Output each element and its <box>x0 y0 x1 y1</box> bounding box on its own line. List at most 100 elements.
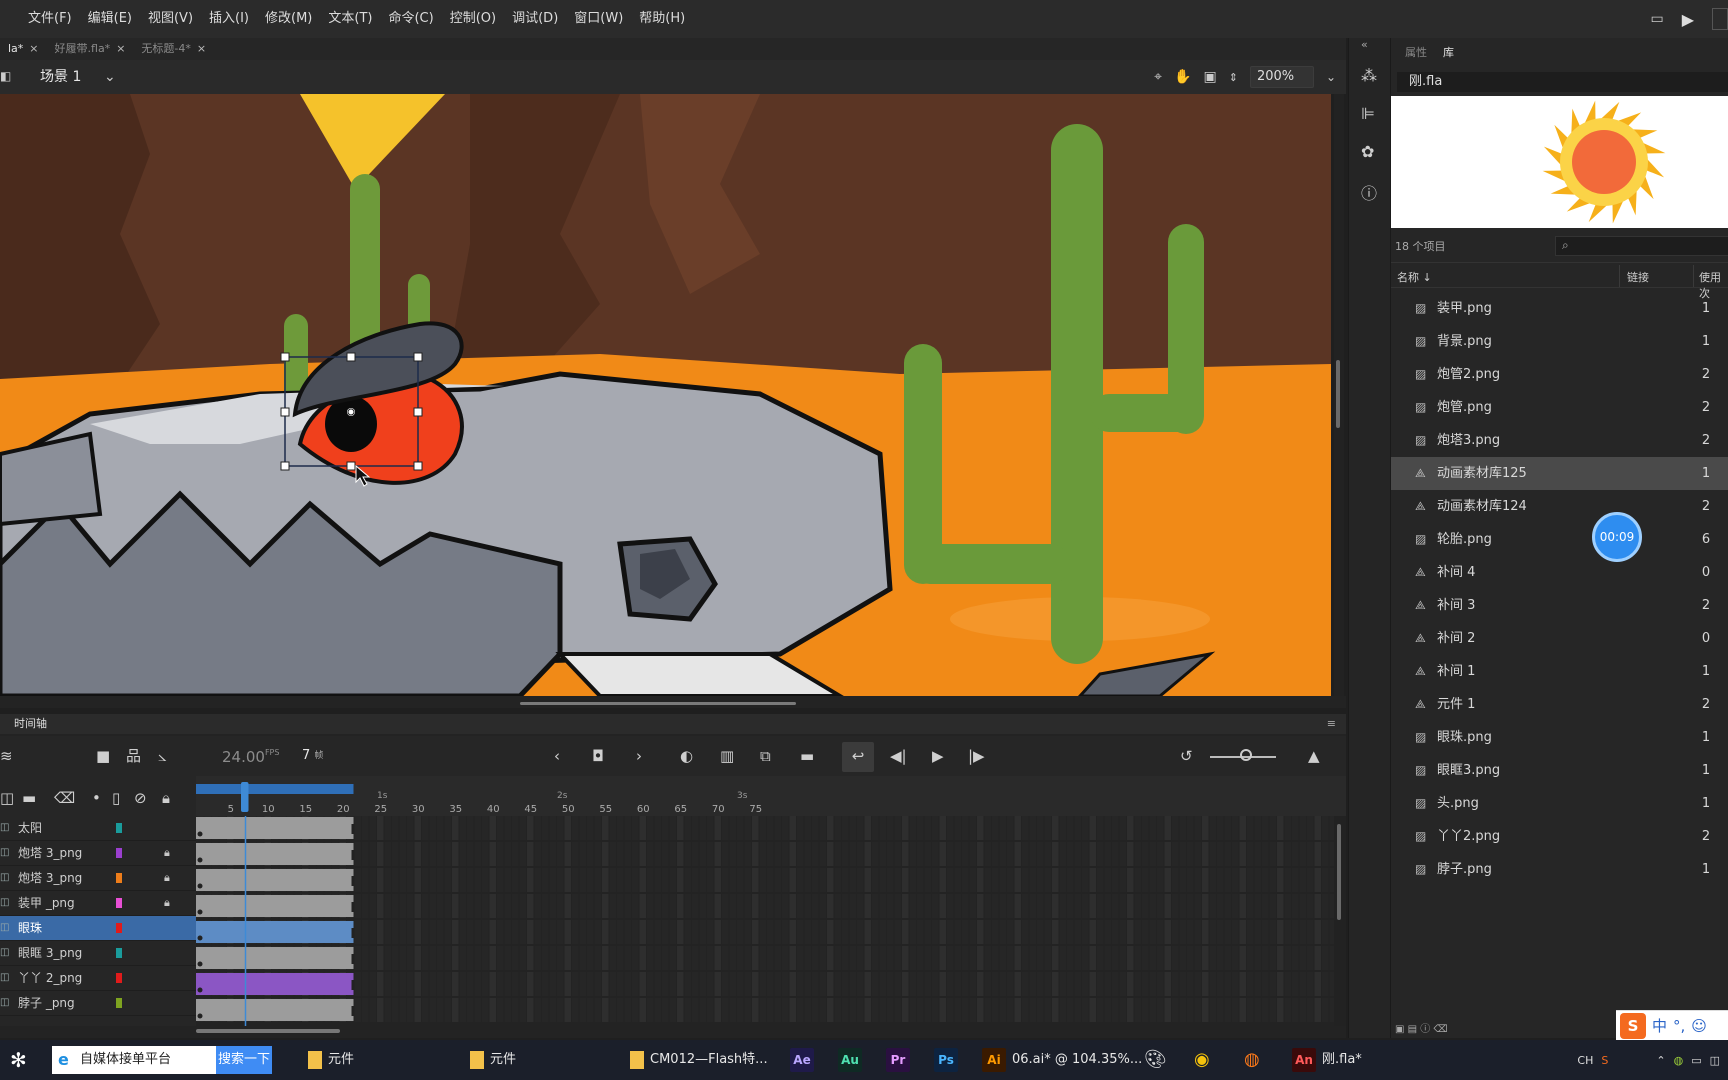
layer-row[interactable]: ◫ 炮塔 3_png 🔒︎ <box>0 841 196 866</box>
document-tab[interactable]: la* × <box>0 38 47 60</box>
layer-color-swatch[interactable] <box>116 923 122 933</box>
insert-keyframe-icon[interactable]: ◘ <box>592 748 604 764</box>
photoshop-app[interactable]: Ps <box>934 1040 958 1080</box>
layer-color-swatch[interactable] <box>116 823 122 833</box>
zoom-field[interactable]: 200% <box>1249 66 1314 88</box>
animate-task[interactable]: An 刚.fla* <box>1292 1040 1362 1080</box>
color-icon[interactable]: ✿ <box>1361 142 1374 161</box>
timeline-title[interactable]: 时间轴 <box>14 717 47 730</box>
layer-row[interactable]: ◫ 装甲 _png 🔒︎ <box>0 891 196 916</box>
layer-name[interactable]: 丫丫 2_png <box>18 966 82 990</box>
volume-icon[interactable]: ◫ <box>1710 1054 1720 1067</box>
layer-name[interactable]: 炮塔 3_png <box>18 866 82 890</box>
center-stage-icon[interactable]: ⌖ <box>1154 69 1162 85</box>
layer-name[interactable]: 炮塔 3_png <box>18 841 82 865</box>
lock-icon[interactable]: 🔒︎ <box>164 841 170 865</box>
library-item[interactable]: ⟁ 补间 2 0 <box>1391 622 1728 655</box>
library-item[interactable]: ⟁ 补间 1 1 <box>1391 655 1728 688</box>
library-item[interactable]: ▨ 丫丫2.png 2 <box>1391 820 1728 853</box>
dot-icon[interactable]: • <box>92 790 101 806</box>
menu-item[interactable]: 文件(F) <box>20 0 80 38</box>
menu-item[interactable]: 插入(I) <box>201 0 257 38</box>
lock-icon[interactable]: 🔒︎ <box>164 891 170 915</box>
frame-ruler[interactable]: 5 10 15 20 25 30 35 40 45 50 55 60 65 70 75 1s 2s 3s <box>196 776 1346 816</box>
menu-item[interactable]: 文本(T) <box>320 0 380 38</box>
rotate-stage-icon[interactable]: ✋ <box>1174 69 1191 85</box>
camera-icon[interactable]: ■ <box>96 748 110 764</box>
taskbar-search[interactable]: e 自媒体接单平台 <box>52 1046 216 1074</box>
menu-item[interactable]: 控制(O) <box>442 0 504 38</box>
trash-icon[interactable]: ⌫ <box>54 790 75 806</box>
shield-icon[interactable]: ◍ <box>1674 1054 1684 1067</box>
layer-color-swatch[interactable] <box>116 948 122 958</box>
step-back-icon[interactable]: ◀| <box>890 748 907 764</box>
step-forward-icon[interactable]: |▶ <box>968 748 985 764</box>
timeline-vertical-scrollbar[interactable] <box>1334 816 1346 1026</box>
library-item[interactable]: ▨ 眼眶3.png 1 <box>1391 754 1728 787</box>
layer-name[interactable]: 脖子 _png <box>18 991 75 1015</box>
search-button[interactable]: 搜索一下 <box>216 1046 272 1074</box>
library-item[interactable]: ▨ 脖子.png 1 <box>1391 853 1728 886</box>
layer-name[interactable]: 眼珠 <box>18 916 42 940</box>
menu-item[interactable]: 调试(D) <box>504 0 566 38</box>
library-item[interactable]: ▨ 轮胎.png 6 <box>1391 523 1728 556</box>
scene-label[interactable]: 场景 1 <box>40 60 81 94</box>
zoom-dropdown-icon[interactable]: ⌄ <box>1326 70 1336 84</box>
chevron-up-icon[interactable]: ⌃ <box>1656 1054 1665 1067</box>
premiere-app[interactable]: Pr <box>886 1040 910 1080</box>
sogou-tray-icon[interactable]: S <box>1601 1054 1608 1067</box>
menu-item[interactable]: 视图(V) <box>140 0 201 38</box>
layer-row[interactable]: ◫ 太阳 <box>0 816 196 841</box>
library-item[interactable]: ▨ 炮管2.png 2 <box>1391 358 1728 391</box>
zoom-slider-handle[interactable] <box>1240 749 1252 761</box>
tab-library[interactable]: 库 <box>1435 44 1462 64</box>
layer-color-swatch[interactable] <box>116 998 122 1008</box>
paint-icon[interactable]: 🎨︎ <box>1144 1040 1167 1080</box>
library-item[interactable]: ▨ 炮塔3.png 2 <box>1391 424 1728 457</box>
library-item[interactable]: ▨ 装甲.png 1 <box>1391 292 1728 325</box>
taskbar-item[interactable]: 元件 <box>308 1040 354 1080</box>
layer-color-swatch[interactable] <box>116 973 122 983</box>
edit-multiple-frames-icon[interactable]: ▥ <box>720 748 734 764</box>
info-icon[interactable]: ⓘ <box>1361 180 1377 204</box>
start-icon[interactable]: ✻ <box>10 1048 27 1072</box>
library-item[interactable]: ⟁ 补间 3 2 <box>1391 589 1728 622</box>
library-item[interactable]: ⟁ 元件 1 2 <box>1391 688 1728 721</box>
illustrator-task[interactable]: Ai 06.ai* @ 104.35%... <box>982 1040 1142 1080</box>
fps-readout[interactable]: 24.00FPS <box>222 748 279 766</box>
frame-readout[interactable]: 7 帧 <box>302 748 323 763</box>
library-item[interactable]: ⟁ 补间 4 0 <box>1391 556 1728 589</box>
stage-vertical-scrollbar[interactable] <box>1334 94 1344 696</box>
menu-item[interactable]: 窗口(W) <box>566 0 631 38</box>
library-document-select[interactable]: 刚.fla <box>1397 72 1728 92</box>
close-icon[interactable]: × <box>116 38 125 60</box>
layers-toggle-icon[interactable]: ≋ <box>0 748 13 764</box>
mountain-icon[interactable]: ▲ <box>1308 748 1320 764</box>
library-item[interactable]: ▨ 炮管.png 2 <box>1391 391 1728 424</box>
close-icon[interactable]: × <box>197 38 206 60</box>
lock-icon[interactable]: 🔒︎ <box>162 790 170 806</box>
folder-icon[interactable]: ▬ <box>22 790 36 806</box>
collapse-panels-icon[interactable]: « <box>1361 38 1368 51</box>
taskbar-item[interactable]: 元件 <box>470 1040 516 1080</box>
layer-color-swatch[interactable] <box>116 873 122 883</box>
punct-icon[interactable]: °, <box>1673 1017 1685 1035</box>
onion-skin-icon[interactable]: ◐ <box>680 748 693 764</box>
layer-name[interactable]: 装甲 _png <box>18 891 75 915</box>
frame-span-icon[interactable]: ▬ <box>800 748 814 764</box>
edit-symbol-icon[interactable]: ◧ <box>0 69 11 83</box>
prev-keyframe-icon[interactable]: ‹ <box>554 748 560 764</box>
document-tab[interactable]: 好履带.fla* × <box>47 38 134 60</box>
close-icon[interactable]: × <box>29 38 38 60</box>
outline-icon[interactable]: ▯ <box>112 790 120 806</box>
tab-properties[interactable]: 属性 <box>1397 44 1435 64</box>
align-icon[interactable]: ⊫ <box>1361 104 1375 123</box>
library-search[interactable]: ⌕ <box>1555 236 1728 256</box>
col-name[interactable]: 名称 ↓ <box>1397 269 1432 285</box>
layer-row[interactable]: ◫ 眼眶 3_png <box>0 941 196 966</box>
library-item[interactable]: ▨ 头.png 1 <box>1391 787 1728 820</box>
layer-row[interactable]: ◫ 脖子 _png <box>0 991 196 1016</box>
recording-timer[interactable]: 00:09 <box>1592 512 1642 562</box>
menu-item[interactable]: 修改(M) <box>257 0 320 38</box>
menu-item[interactable]: 编辑(E) <box>80 0 140 38</box>
